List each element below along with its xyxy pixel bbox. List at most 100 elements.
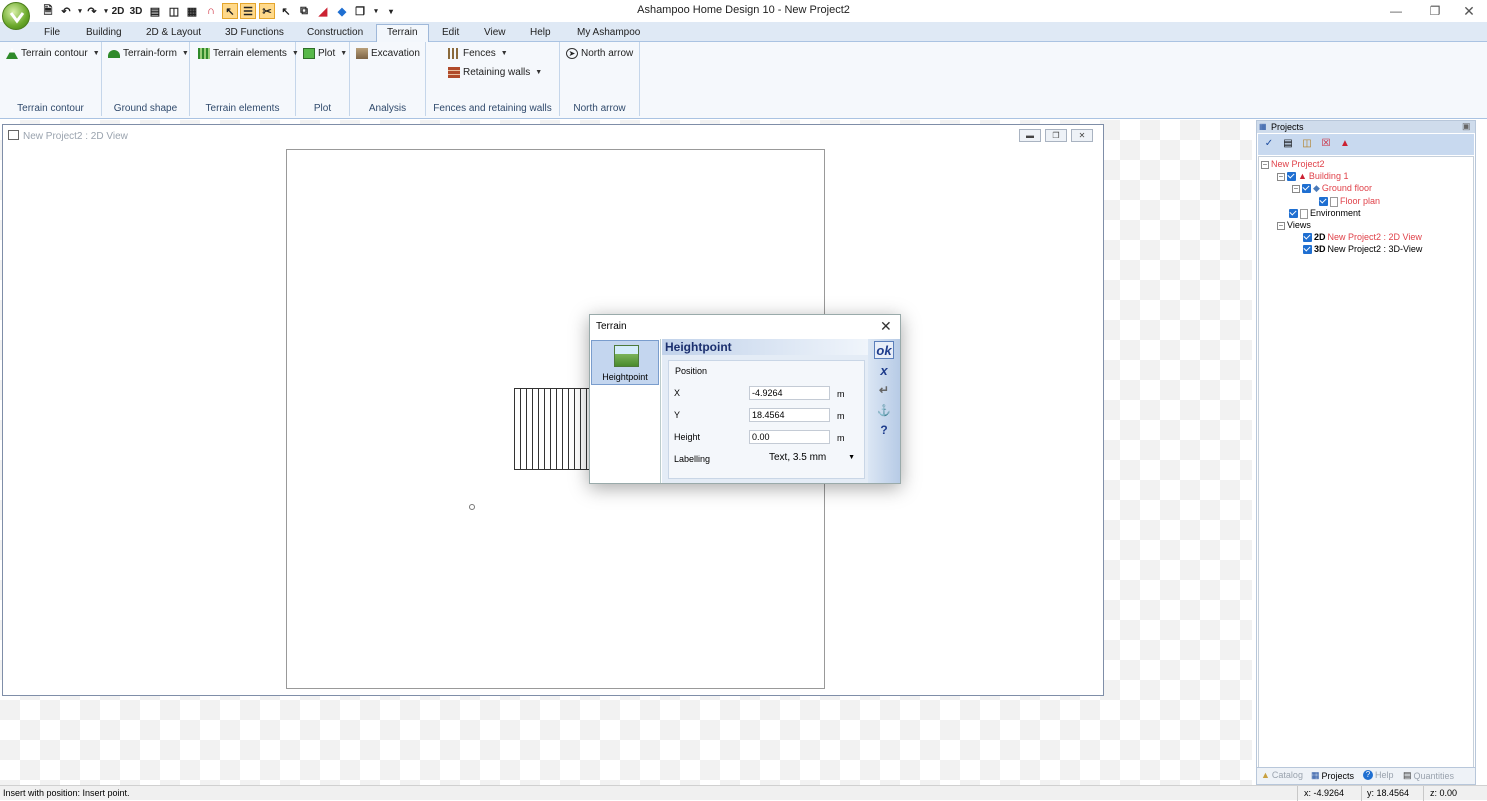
cut-icon[interactable]: ✂ [259,3,275,19]
staircase[interactable] [514,388,594,470]
duplicate-icon[interactable]: ❐ [352,3,368,19]
fences-label: Fences [463,48,496,59]
checkbox-icon[interactable] [1319,197,1328,206]
retaining-walls-button[interactable]: Retaining walls ▼ [448,67,542,78]
north-arrow-label: North arrow [581,48,634,59]
rename-icon[interactable]: ▤ [1281,137,1295,151]
wall-icon[interactable]: ▤ [147,3,163,19]
list-item-heightpoint[interactable]: Heightpoint [591,340,659,385]
delete-icon[interactable]: ☒ [1319,137,1333,151]
collapse-icon[interactable]: – [1261,160,1269,169]
tree-item-floor-plan[interactable]: Floor plan [1319,196,1380,207]
tab-help[interactable]: Help [520,25,561,42]
heightpoint-marker[interactable] [469,504,475,510]
window-icon[interactable]: ◫ [166,3,182,19]
group-ground-shape: Terrain-form ▼ Ground shape [102,42,190,116]
tab-terrain[interactable]: Terrain [376,24,429,43]
cancel-button[interactable]: x [874,361,894,379]
tab-projects[interactable]: ▦ Projects [1311,770,1354,781]
tab-3d-functions[interactable]: 3D Functions [215,25,294,42]
status-separator [1361,786,1362,801]
tab-file[interactable]: File [34,25,70,42]
dialog-close-icon[interactable]: ✕ [880,318,892,335]
page-icon [1300,208,1308,219]
magnet-icon[interactable]: ∩ [203,3,219,19]
tab-catalog[interactable]: ▲ Catalog [1261,770,1303,780]
check-icon[interactable]: ✓ [1262,137,1276,151]
doc-restore-icon[interactable]: ❐ [1045,129,1067,142]
tree-item-view-2d[interactable]: 2D New Project2 : 2D View [1303,232,1422,243]
x-label: X [674,388,681,398]
plot-button[interactable]: Plot ▼ [303,48,347,59]
checkbox-icon[interactable] [1289,209,1298,218]
document-window-2d[interactable]: New Project2 : 2D View ▬ ❐ ✕ [2,124,1104,696]
collapse-icon[interactable]: – [1277,221,1285,230]
group-label: Fences and retaining walls [433,103,552,114]
collapse-icon[interactable]: – [1292,184,1300,193]
grid-icon[interactable]: ▦ [184,3,200,19]
terrain-elements-button[interactable]: Terrain elements ▼ [198,48,299,59]
excavation-icon [356,48,368,59]
excavation-button[interactable]: Excavation [356,48,420,59]
close-icon[interactable]: ✕ [1446,0,1487,22]
tab-edit[interactable]: Edit [432,25,469,42]
help-button[interactable]: ? [874,421,894,439]
add-building-icon[interactable]: ▲ [1338,137,1352,151]
y-input[interactable]: 18.4564 [749,408,830,422]
tree-item-views[interactable]: – Views [1277,220,1311,231]
checkbox-icon[interactable] [1287,172,1296,181]
document-title: New Project2 : 2D View [23,131,128,142]
projects-toolbar: ✓ ▤ ◫ ☒ ▲ [1258,134,1474,155]
position-group: Position X -4.9264 m Y 18.4564 m Height … [668,360,865,479]
view-2d-button[interactable]: 2D [110,3,126,19]
tab-construction[interactable]: Construction [297,25,373,42]
tree-item-environment[interactable]: Environment [1289,208,1361,219]
tree-structure-icon: ▦ [1259,122,1267,131]
tree-item-view-3d[interactable]: 3D New Project2 : 3D-View [1303,244,1422,255]
customize-toolbar-icon[interactable]: ▾ [383,3,399,19]
anchor-icon[interactable]: ⚓ [874,401,894,419]
duplicate-dropdown-icon[interactable]: ▾ [368,3,384,19]
doc-close-icon[interactable]: ✕ [1071,129,1093,142]
tree-item-floor[interactable]: – ◆ Ground floor [1292,183,1372,194]
properties-icon[interactable]: ◫ [1300,137,1314,151]
pointer-icon[interactable]: ↖ [278,3,294,19]
height-input[interactable]: 0.00 [749,430,830,444]
select-icon[interactable]: ↖ [222,3,238,19]
x-input[interactable]: -4.9264 [749,386,830,400]
roof-icon[interactable]: ◢ [315,3,331,19]
tree-item-root[interactable]: – New Project2 [1261,159,1325,170]
new-file-icon[interactable]: 🗎 [40,3,56,19]
tab-building[interactable]: Building [76,25,132,42]
app-menu-button[interactable] [2,2,30,30]
group-label: Analysis [368,103,407,114]
eraser-icon[interactable]: ◆ [334,3,350,19]
drawing-canvas[interactable] [6,147,1100,693]
checkbox-icon[interactable] [1303,233,1312,242]
tab-view[interactable]: View [474,25,516,42]
tab-quantities[interactable]: ▤ Quantities [1403,770,1454,781]
doc-minimize-icon[interactable]: ▬ [1019,129,1041,142]
terrain-form-button[interactable]: Terrain-form ▼ [108,48,189,59]
pin-icon[interactable]: ▣ [1462,121,1474,133]
fences-button[interactable]: Fences ▼ [448,48,508,59]
tab-my-ashampoo[interactable]: My Ashampoo [567,25,650,42]
copy-icon[interactable]: ⧉ [296,3,312,19]
labelling-select[interactable]: Text, 3.5 mm ▼ [749,450,859,466]
ok-button[interactable]: ok [874,341,894,359]
group-label: Terrain elements [205,103,280,114]
view-3d-button[interactable]: 3D [128,3,144,19]
status-x: x: -4.9264 [1304,788,1345,798]
terrain-elements-label: Terrain elements [213,48,287,59]
checkbox-icon[interactable] [1302,184,1311,193]
north-arrow-button[interactable]: ➤ North arrow [566,48,633,59]
tab-2d-layout[interactable]: 2D & Layout [136,25,211,42]
tree-item-building[interactable]: – ▲ Building 1 [1277,171,1348,182]
columns-icon[interactable]: ☰ [240,3,256,19]
collapse-icon[interactable]: – [1277,172,1285,181]
apply-icon[interactable]: ↵ [874,381,894,399]
checkbox-icon[interactable] [1303,245,1312,254]
chevron-down-icon: ▼ [181,50,189,57]
terrain-contour-button[interactable]: Terrain contour ▼ [6,48,100,59]
tab-help-panel[interactable]: ? Help [1363,770,1394,780]
